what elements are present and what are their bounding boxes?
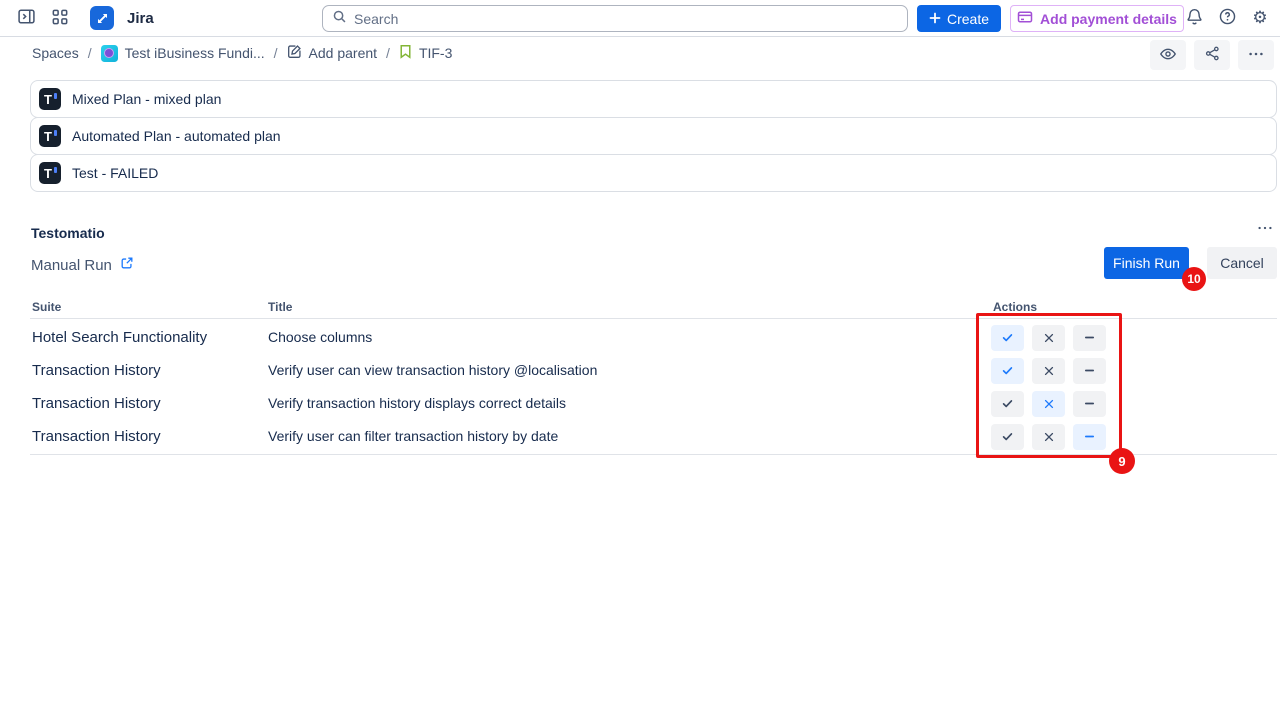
plan-item-label: Test - FAILED — [72, 165, 158, 181]
row-actions — [991, 391, 1106, 417]
title-cell: Choose columns — [268, 321, 372, 354]
testomatio-logo-icon: T — [39, 88, 61, 110]
nav-left-cluster: Jira — [12, 4, 154, 32]
plan-item[interactable]: T Mixed Plan - mixed plan — [30, 80, 1277, 118]
plus-icon — [929, 11, 941, 27]
suite-cell: Transaction History — [32, 420, 161, 453]
global-search[interactable] — [322, 5, 908, 32]
skip-button[interactable] — [1073, 424, 1106, 450]
add-payment-details-button[interactable]: Add payment details — [1010, 5, 1184, 32]
add-payment-details-label: Add payment details — [1040, 11, 1177, 27]
app-name: Jira — [127, 10, 154, 27]
plan-item-label: Automated Plan - automated plan — [72, 128, 281, 144]
pass-button[interactable] — [991, 358, 1024, 384]
breadcrumb-separator: / — [88, 45, 92, 61]
jira-logo-icon[interactable] — [90, 6, 114, 30]
breadcrumb-project-label: Test iBusiness Fundi... — [125, 45, 265, 61]
app-switcher-grid-icon — [51, 8, 69, 29]
row-actions — [991, 424, 1106, 450]
watch-button[interactable] — [1150, 40, 1186, 70]
skip-button[interactable] — [1073, 358, 1106, 384]
pass-button[interactable] — [991, 424, 1024, 450]
plan-item[interactable]: T Automated Plan - automated plan — [30, 117, 1277, 155]
share-icon — [1204, 45, 1221, 65]
run-name: Manual Run — [31, 257, 112, 274]
sidebar-toggle-icon — [17, 7, 36, 29]
breadcrumb-separator: / — [386, 45, 390, 61]
row-actions — [991, 358, 1106, 384]
table-bottom-divider — [30, 454, 1277, 455]
more-actions-button[interactable] — [1238, 40, 1274, 70]
search-icon — [332, 9, 347, 29]
suite-cell: Transaction History — [32, 354, 161, 387]
column-header-title: Title — [268, 300, 292, 314]
suite-cell: Transaction History — [32, 387, 161, 420]
title-cell: Verify user can filter transaction histo… — [268, 420, 558, 453]
help-button[interactable] — [1213, 4, 1241, 32]
breadcrumb-add-parent-label: Add parent — [309, 45, 378, 61]
plan-item[interactable]: T Test - FAILED — [30, 154, 1277, 192]
plan-list: T Mixed Plan - mixed plan T Automated Pl… — [30, 80, 1277, 192]
suite-cell: Hotel Search Functionality — [32, 321, 207, 354]
eye-icon — [1159, 45, 1177, 66]
breadcrumb-separator: / — [274, 45, 278, 61]
fail-button[interactable] — [1032, 391, 1065, 417]
bell-icon — [1185, 7, 1204, 29]
page-action-buttons — [1150, 40, 1274, 70]
section-more-button[interactable] — [1252, 219, 1278, 239]
bookmark-icon — [399, 44, 412, 62]
gear-icon: ⚙ — [1252, 10, 1267, 27]
nav-right-cluster: ⚙ — [1180, 4, 1274, 32]
top-navigation: Jira Create — [0, 0, 1280, 37]
finish-run-button[interactable]: Finish Run — [1104, 247, 1189, 279]
breadcrumb-add-parent[interactable]: Add parent — [287, 44, 378, 62]
pass-button[interactable] — [991, 391, 1024, 417]
section-title: Testomatio — [31, 225, 105, 241]
breadcrumb-issue-label: TIF-3 — [419, 45, 452, 61]
share-button[interactable] — [1194, 40, 1230, 70]
test-row: Transaction History Verify user can filt… — [30, 420, 1277, 453]
external-link-icon — [120, 256, 134, 274]
pass-button[interactable] — [991, 325, 1024, 351]
breadcrumb-project[interactable]: Test iBusiness Fundi... — [101, 45, 265, 62]
ellipsis-icon — [1256, 219, 1274, 240]
manual-run-external-link[interactable] — [120, 256, 134, 274]
app-switcher-button[interactable] — [46, 4, 74, 32]
jira-page: Jira Create — [0, 0, 1280, 720]
column-header-actions: Actions — [993, 300, 1037, 314]
cancel-button[interactable]: Cancel — [1207, 247, 1277, 279]
test-row: Transaction History Verify transaction h… — [30, 387, 1277, 420]
skip-button[interactable] — [1073, 325, 1106, 351]
fail-button[interactable] — [1032, 325, 1065, 351]
breadcrumb: Spaces / Test iBusiness Fundi... / Add p… — [32, 44, 452, 62]
ellipsis-icon — [1247, 45, 1265, 66]
skip-button[interactable] — [1073, 391, 1106, 417]
notifications-button[interactable] — [1180, 4, 1208, 32]
column-header-suite: Suite — [32, 300, 61, 314]
test-row: Hotel Search Functionality Choose column… — [30, 321, 1277, 354]
search-input[interactable] — [354, 11, 898, 27]
testomatio-logo-icon: T — [39, 125, 61, 147]
title-cell: Verify transaction history displays corr… — [268, 387, 566, 420]
question-circle-icon — [1218, 7, 1237, 29]
plan-item-label: Mixed Plan - mixed plan — [72, 91, 221, 107]
sidebar-toggle-button[interactable] — [12, 4, 40, 32]
table-header-divider — [30, 318, 1277, 319]
breadcrumb-issue[interactable]: TIF-3 — [399, 44, 452, 62]
row-actions — [991, 325, 1106, 351]
title-cell: Verify user can view transaction history… — [268, 354, 597, 387]
credit-card-icon — [1017, 9, 1033, 28]
create-button-label: Create — [947, 11, 989, 27]
fail-button[interactable] — [1032, 358, 1065, 384]
edit-icon — [287, 44, 302, 62]
project-avatar-icon — [101, 45, 118, 62]
fail-button[interactable] — [1032, 424, 1065, 450]
breadcrumb-spaces[interactable]: Spaces — [32, 45, 79, 61]
test-row: Transaction History Verify user can view… — [30, 354, 1277, 387]
testomatio-logo-icon: T — [39, 162, 61, 184]
create-button[interactable]: Create — [917, 5, 1001, 32]
run-title-row: Manual Run — [31, 256, 134, 274]
settings-button[interactable]: ⚙ — [1246, 4, 1274, 32]
